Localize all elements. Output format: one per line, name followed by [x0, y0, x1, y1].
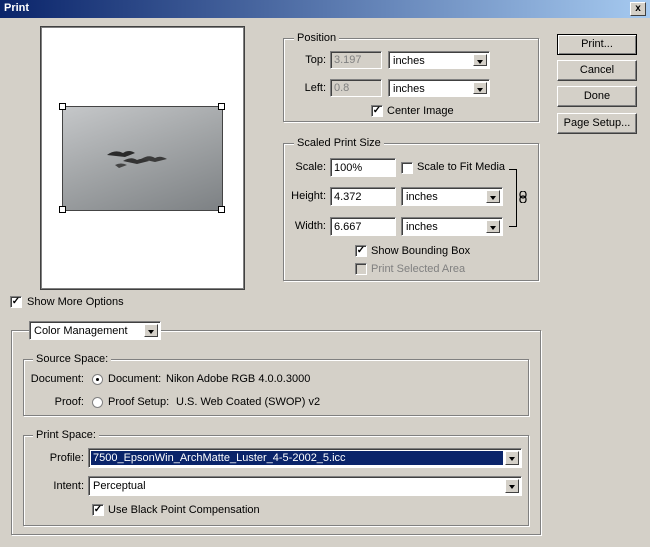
height-unit-value: inches [406, 191, 438, 203]
print-selected-area-checkbox [355, 263, 367, 275]
document-option-label[interactable]: Document: [108, 373, 161, 385]
intent-select[interactable]: Perceptual [88, 476, 522, 496]
document-profile-value: Nikon Adobe RGB 4.0.0.3000 [166, 373, 311, 385]
print-preview [40, 26, 245, 290]
top-unit-value: inches [393, 55, 425, 67]
scale-to-fit-label[interactable]: Scale to Fit Media [417, 161, 505, 173]
document-radio[interactable] [92, 374, 103, 385]
scale-field[interactable]: 100% [330, 158, 396, 177]
width-label: Width: [294, 220, 326, 232]
left-unit-value: inches [393, 83, 425, 95]
proof-option-label[interactable]: Proof Setup: [108, 396, 169, 408]
height-value: 4.372 [334, 191, 362, 203]
width-value: 6.667 [334, 221, 362, 233]
width-unit-value: inches [406, 221, 438, 233]
chevron-down-icon[interactable] [505, 451, 519, 465]
height-field[interactable]: 4.372 [330, 187, 396, 206]
print-selected-area-label: Print Selected Area [371, 263, 466, 275]
scale-to-fit-checkbox[interactable] [401, 162, 413, 174]
profile-select[interactable]: 7500_EpsonWin_ArchMatte_Luster_4-5-2002_… [88, 448, 522, 468]
top-field: 3.197 [330, 51, 382, 69]
print-button-label: Print... [581, 38, 613, 50]
center-image-label[interactable]: Center Image [387, 105, 454, 117]
profile-label: Profile: [49, 452, 84, 464]
birds-icon [107, 151, 167, 168]
show-more-options-checkbox[interactable]: ✓ [10, 296, 22, 308]
chevron-down-icon[interactable] [144, 324, 158, 337]
scale-value: 100% [334, 162, 363, 174]
intent-value: Perceptual [93, 480, 146, 492]
page-setup-button-label: Page Setup... [563, 117, 631, 129]
title-bar: Print x [0, 0, 650, 18]
done-button[interactable]: Done [557, 86, 637, 107]
position-legend: Position [294, 32, 340, 44]
page-setup-button[interactable]: Page Setup... [557, 113, 637, 134]
width-field[interactable]: 6.667 [330, 217, 396, 236]
chevron-down-icon[interactable] [486, 190, 500, 203]
show-more-options-label[interactable]: Show More Options [27, 296, 124, 308]
left-field: 0.8 [330, 79, 382, 97]
handle-tl[interactable] [59, 103, 66, 110]
height-unit-select[interactable]: inches [401, 187, 503, 206]
proof-radio[interactable] [92, 397, 103, 408]
left-label: Left: [304, 82, 326, 94]
cancel-button[interactable]: Cancel [557, 60, 637, 81]
chevron-down-icon[interactable] [486, 220, 500, 233]
preview-image[interactable] [62, 106, 223, 211]
proof-label: Proof: [54, 396, 84, 408]
source-space-legend: Source Space: [33, 353, 112, 365]
top-value: 3.197 [334, 54, 362, 66]
cancel-button-label: Cancel [579, 64, 615, 76]
left-value: 0.8 [334, 82, 350, 94]
chevron-down-icon[interactable] [473, 82, 487, 94]
document-label: Document: [30, 373, 84, 385]
close-icon[interactable]: x [630, 2, 646, 16]
handle-tr[interactable] [218, 103, 225, 110]
chain-link-icon[interactable] [516, 190, 530, 204]
intent-label: Intent: [53, 480, 84, 492]
black-point-compensation-checkbox[interactable]: ✓ [92, 504, 104, 516]
print-button[interactable]: Print... [557, 34, 637, 55]
height-label: Height: [291, 190, 326, 202]
print-space-legend: Print Space: [33, 429, 99, 441]
proof-profile-value: U.S. Web Coated (SWOP) v2 [176, 396, 321, 408]
scaled-legend: Scaled Print Size [294, 137, 384, 149]
scale-label: Scale: [295, 161, 326, 173]
show-bounding-box-label[interactable]: Show Bounding Box [371, 245, 470, 257]
width-unit-select[interactable]: inches [401, 217, 503, 236]
profile-value: 7500_EpsonWin_ArchMatte_Luster_4-5-2002_… [93, 452, 346, 464]
chevron-down-icon[interactable] [505, 479, 519, 493]
black-point-compensation-label[interactable]: Use Black Point Compensation [108, 504, 260, 516]
color-management-select[interactable]: Color Management [29, 321, 161, 340]
done-button-label: Done [583, 90, 611, 102]
handle-bl[interactable] [59, 206, 66, 213]
color-management-value: Color Management [34, 325, 128, 337]
top-unit-select[interactable]: inches [388, 51, 490, 69]
center-image-checkbox[interactable]: ✓ [371, 105, 383, 117]
handle-br[interactable] [218, 206, 225, 213]
show-bounding-box-checkbox[interactable]: ✓ [355, 245, 367, 257]
top-label: Top: [305, 54, 326, 66]
left-unit-select[interactable]: inches [388, 79, 490, 97]
chevron-down-icon[interactable] [473, 54, 487, 66]
window-title: Print [4, 2, 30, 14]
